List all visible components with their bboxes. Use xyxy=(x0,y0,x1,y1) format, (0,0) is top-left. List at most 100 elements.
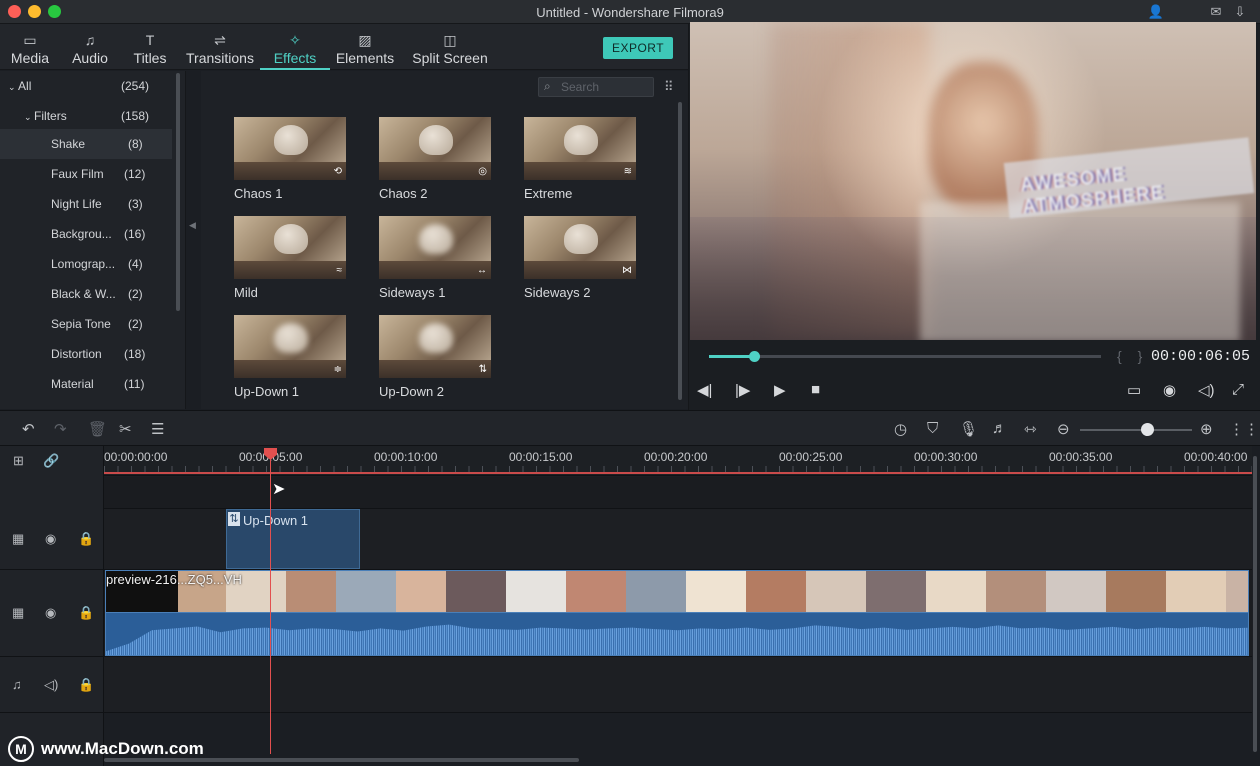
video-clip[interactable] xyxy=(105,570,1249,613)
undo-icon[interactable]: ↶ xyxy=(22,420,35,438)
mail-icon[interactable]: ✉ xyxy=(1207,3,1225,21)
category-sepia-tone[interactable]: Sepia Tone (2) xyxy=(0,309,172,339)
effect-item-sideways-2[interactable]: ⋈ Sideways 2 xyxy=(524,216,636,300)
tab-media[interactable]: ▭ Media xyxy=(4,24,56,70)
tab-elements[interactable]: ▨ Elements xyxy=(334,24,396,70)
lock-icon[interactable]: 🔒 xyxy=(78,605,94,621)
category-scrollbar[interactable] xyxy=(176,73,180,311)
marker-icon[interactable]: ⛉ xyxy=(927,420,938,437)
window-title: Untitled - Wondershare Filmora9 xyxy=(536,5,724,20)
play-button[interactable]: ▶ xyxy=(774,381,786,399)
category-black-white[interactable]: Black & W... (2) xyxy=(0,279,172,309)
delete-icon[interactable]: 🗑 xyxy=(88,420,107,438)
playhead[interactable] xyxy=(270,452,271,754)
category-material[interactable]: Material (11) xyxy=(0,369,172,399)
effect-type-icon: ≋ xyxy=(623,166,632,177)
preview-timecode: 00:00:06:05 xyxy=(1151,348,1251,365)
render-icon[interactable]: ◷ xyxy=(894,420,907,438)
timeline-toolbar xyxy=(0,410,1260,446)
music-note-icon: ♫ xyxy=(84,32,96,48)
category-background[interactable]: Backgrou... (16) xyxy=(0,219,172,249)
effect-label: Mild xyxy=(234,285,258,300)
category-shake[interactable]: Shake (8) xyxy=(0,129,172,159)
audio-track[interactable] xyxy=(104,657,1252,713)
effect-thumbnail: ◎ xyxy=(379,117,491,180)
ruler-label: 00:00:00:00 xyxy=(104,450,168,464)
fit-timeline-icon[interactable]: ⇿ xyxy=(1024,420,1037,438)
effects-scrollbar[interactable] xyxy=(678,102,682,400)
preview-scrubber[interactable] xyxy=(709,355,1101,358)
timeline-vertical-scrollbar[interactable] xyxy=(1253,456,1257,752)
transition-icon: ⇌ xyxy=(214,32,226,48)
effect-item-extreme[interactable]: ≋ Extreme xyxy=(524,117,636,201)
redo-icon[interactable]: ↷ xyxy=(54,420,67,438)
speaker-icon[interactable]: ◁) xyxy=(44,677,58,693)
effect-item-mild[interactable]: ≈ Mild xyxy=(234,216,346,300)
category-lomography[interactable]: Lomograp... (4) xyxy=(0,249,172,279)
category-night-life[interactable]: Night Life (3) xyxy=(0,189,172,219)
eye-icon[interactable]: ◉ xyxy=(45,605,56,621)
add-track-icon[interactable]: ⊞ xyxy=(13,453,24,469)
tab-audio[interactable]: ♫ Audio xyxy=(64,24,116,70)
category-faux-film[interactable]: Faux Film (12) xyxy=(0,159,172,189)
ruler-label: 00:00:10:00 xyxy=(374,450,438,464)
snapshot-icon[interactable]: ◉ xyxy=(1163,381,1176,399)
category-all[interactable]: ⌄ All (254) xyxy=(0,71,172,101)
effect-type-icon: ◎ xyxy=(478,166,487,177)
preview-scrubber-handle[interactable] xyxy=(749,351,761,362)
ruler-label: 00:00:35:00 xyxy=(1049,450,1113,464)
tab-effects[interactable]: ✧ Effects xyxy=(260,24,330,70)
effect-item-chaos-1[interactable]: ⟲ Chaos 1 xyxy=(234,117,346,201)
audio-waveform[interactable] xyxy=(105,613,1249,656)
grid-view-icon[interactable]: ⠿ xyxy=(664,79,674,95)
search-input[interactable] xyxy=(561,78,651,96)
volume-icon[interactable]: ◁) xyxy=(1198,381,1215,399)
audio-mixer-icon[interactable]: ♬ xyxy=(992,420,1007,437)
category-distortion[interactable]: Distortion (18) xyxy=(0,339,172,369)
effect-thumbnail: ⟲ xyxy=(234,117,346,180)
account-icon[interactable]: 👤 xyxy=(1147,3,1165,21)
watermark-text: www.MacDown.com xyxy=(41,739,204,758)
microphone-icon[interactable]: 🎙 xyxy=(959,420,978,438)
effect-thumbnail: ⇅ xyxy=(379,315,491,378)
effect-thumbnail: ≋ xyxy=(524,117,636,180)
lock-icon[interactable]: 🔒 xyxy=(78,531,94,547)
effect-item-chaos-2[interactable]: ◎ Chaos 2 xyxy=(379,117,491,201)
effect-item-sideways-1[interactable]: ↔ Sideways 1 xyxy=(379,216,491,300)
zoom-in-icon[interactable]: ⊕ xyxy=(1200,420,1213,438)
render-preview-icon[interactable]: ▭ xyxy=(1127,381,1141,399)
tab-split-screen[interactable]: ◫ Split Screen xyxy=(408,24,492,70)
effect-label: Up-Down 1 xyxy=(234,384,300,399)
preview-video[interactable]: AWESOME ATMOSPHERE xyxy=(690,22,1256,340)
eye-icon[interactable]: ◉ xyxy=(45,531,56,547)
download-icon[interactable]: ⇩ xyxy=(1231,3,1249,21)
effect-clip-label: Up-Down 1 xyxy=(243,513,309,528)
tab-titles[interactable]: T Titles xyxy=(124,24,176,70)
work-area-bar xyxy=(104,472,1252,474)
tab-transitions[interactable]: ⇌ Transitions xyxy=(182,24,258,70)
effect-item-up-down-1[interactable]: ≑ Up-Down 1 xyxy=(234,315,346,399)
mark-in-out-icon[interactable]: { } xyxy=(1117,348,1148,364)
stop-button[interactable]: ■ xyxy=(811,381,820,398)
cut-icon[interactable]: ✂ xyxy=(119,420,132,438)
lock-icon[interactable]: 🔒 xyxy=(78,677,94,693)
title-bar: Untitled - Wondershare Filmora9 👤 ✉ ⇩ xyxy=(0,0,1260,24)
link-icon[interactable]: 🔗 xyxy=(43,453,59,469)
fullscreen-icon[interactable]: ⤢ xyxy=(1232,381,1244,398)
effect-item-up-down-2[interactable]: ⇅ Up-Down 2 xyxy=(379,315,491,399)
previous-frame-button[interactable]: ◀| xyxy=(697,381,712,399)
effect-label: Chaos 2 xyxy=(379,186,428,201)
zoom-out-icon[interactable]: ⊖ xyxy=(1057,420,1070,438)
category-filters[interactable]: ⌄ Filters (158) xyxy=(0,101,172,131)
folder-icon: ▭ xyxy=(23,32,37,48)
timeline-settings-icon[interactable]: ⋮⋮ xyxy=(1229,420,1259,438)
export-button[interactable]: EXPORT xyxy=(603,37,673,59)
category-tree: ⌄ All (254) ⌄ Filters (158) Shake (8) Faux … xyxy=(0,71,186,409)
filmora-window: Untitled - Wondershare Filmora9 👤 ✉ ⇩ ▭ M… xyxy=(0,0,1260,766)
adjust-icon[interactable]: ☰ xyxy=(151,420,164,438)
image-icon: ▨ xyxy=(358,32,372,48)
macdown-logo-icon: M xyxy=(8,736,34,762)
collapse-panel-icon[interactable]: ◀ xyxy=(189,220,196,231)
zoom-slider[interactable] xyxy=(1080,429,1192,431)
play-pause-button[interactable]: |▶ xyxy=(735,381,750,399)
